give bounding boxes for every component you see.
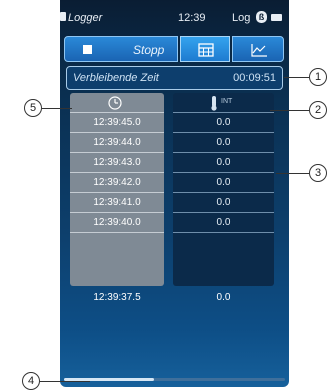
probe-icon bbox=[211, 96, 217, 111]
chart-icon bbox=[251, 44, 267, 57]
callout-leader-3 bbox=[276, 173, 309, 174]
int-column-header: INT bbox=[173, 93, 274, 113]
status-time: 12:39 bbox=[178, 12, 206, 24]
stop-label: Stopp bbox=[133, 43, 165, 57]
value-cell: 0.0 bbox=[173, 153, 274, 173]
time-cell: 12:39:40.0 bbox=[70, 213, 164, 233]
time-cell: 12:39:44.0 bbox=[70, 133, 164, 153]
time-column: 12:39:45.0 12:39:44.0 12:39:43.0 12:39:4… bbox=[70, 93, 164, 286]
time-cell: 12:39:45.0 bbox=[70, 113, 164, 133]
callout-2: 2 bbox=[309, 101, 327, 119]
calculator-tab-button[interactable] bbox=[180, 36, 230, 62]
last-time-value: 12:39:37.5 bbox=[93, 292, 141, 303]
callout-3: 3 bbox=[309, 164, 327, 182]
value-cell: 0.0 bbox=[173, 113, 274, 133]
remaining-time-value: 00:09:51 bbox=[233, 72, 276, 84]
last-int-value: 0.0 bbox=[216, 292, 231, 303]
status-bar: Logger 12:39 Log ß bbox=[60, 0, 289, 32]
battery-icon bbox=[271, 14, 282, 21]
int-label: INT bbox=[221, 98, 233, 105]
remaining-time-label: Verbleibende Zeit bbox=[73, 72, 159, 84]
callout-5: 5 bbox=[24, 99, 42, 117]
calculator-icon bbox=[198, 43, 214, 57]
value-cell: 0.0 bbox=[173, 133, 274, 153]
stop-icon bbox=[83, 45, 92, 54]
scrollbar[interactable] bbox=[64, 378, 285, 381]
callout-4: 4 bbox=[22, 372, 40, 390]
callout-1: 1 bbox=[309, 68, 327, 86]
value-cell: 0.0 bbox=[173, 193, 274, 213]
stop-button[interactable]: Stopp bbox=[64, 36, 178, 62]
toolbar: Stopp bbox=[64, 36, 284, 62]
time-cell: 12:39:43.0 bbox=[70, 153, 164, 173]
time-cell: 12:39:41.0 bbox=[70, 193, 164, 213]
callout-leader-5 bbox=[42, 108, 72, 109]
bluetooth-icon: ß bbox=[256, 11, 267, 23]
callout-leader-2 bbox=[270, 110, 309, 111]
log-label: Log bbox=[232, 12, 251, 24]
chart-tab-button[interactable] bbox=[232, 36, 284, 62]
logger-icon bbox=[60, 12, 66, 21]
app-name: Logger bbox=[68, 12, 103, 24]
callout-leader-1 bbox=[284, 77, 309, 78]
value-cell: 0.0 bbox=[173, 173, 274, 193]
logger-device: Logger 12:39 Log ß Stopp Verbleibende Ze… bbox=[60, 0, 289, 387]
value-cell: 0.0 bbox=[173, 213, 274, 233]
callout-leader-4 bbox=[40, 381, 90, 382]
clock-icon bbox=[108, 96, 122, 110]
time-column-header bbox=[70, 93, 164, 113]
device-screen: Logger 12:39 Log ß Stopp Verbleibende Ze… bbox=[60, 0, 289, 387]
remaining-time-bar: Verbleibende Zeit 00:09:51 bbox=[66, 66, 283, 90]
int-column: INT 0.0 0.0 0.0 0.0 0.0 0.0 bbox=[173, 93, 274, 286]
time-cell: 12:39:42.0 bbox=[70, 173, 164, 193]
